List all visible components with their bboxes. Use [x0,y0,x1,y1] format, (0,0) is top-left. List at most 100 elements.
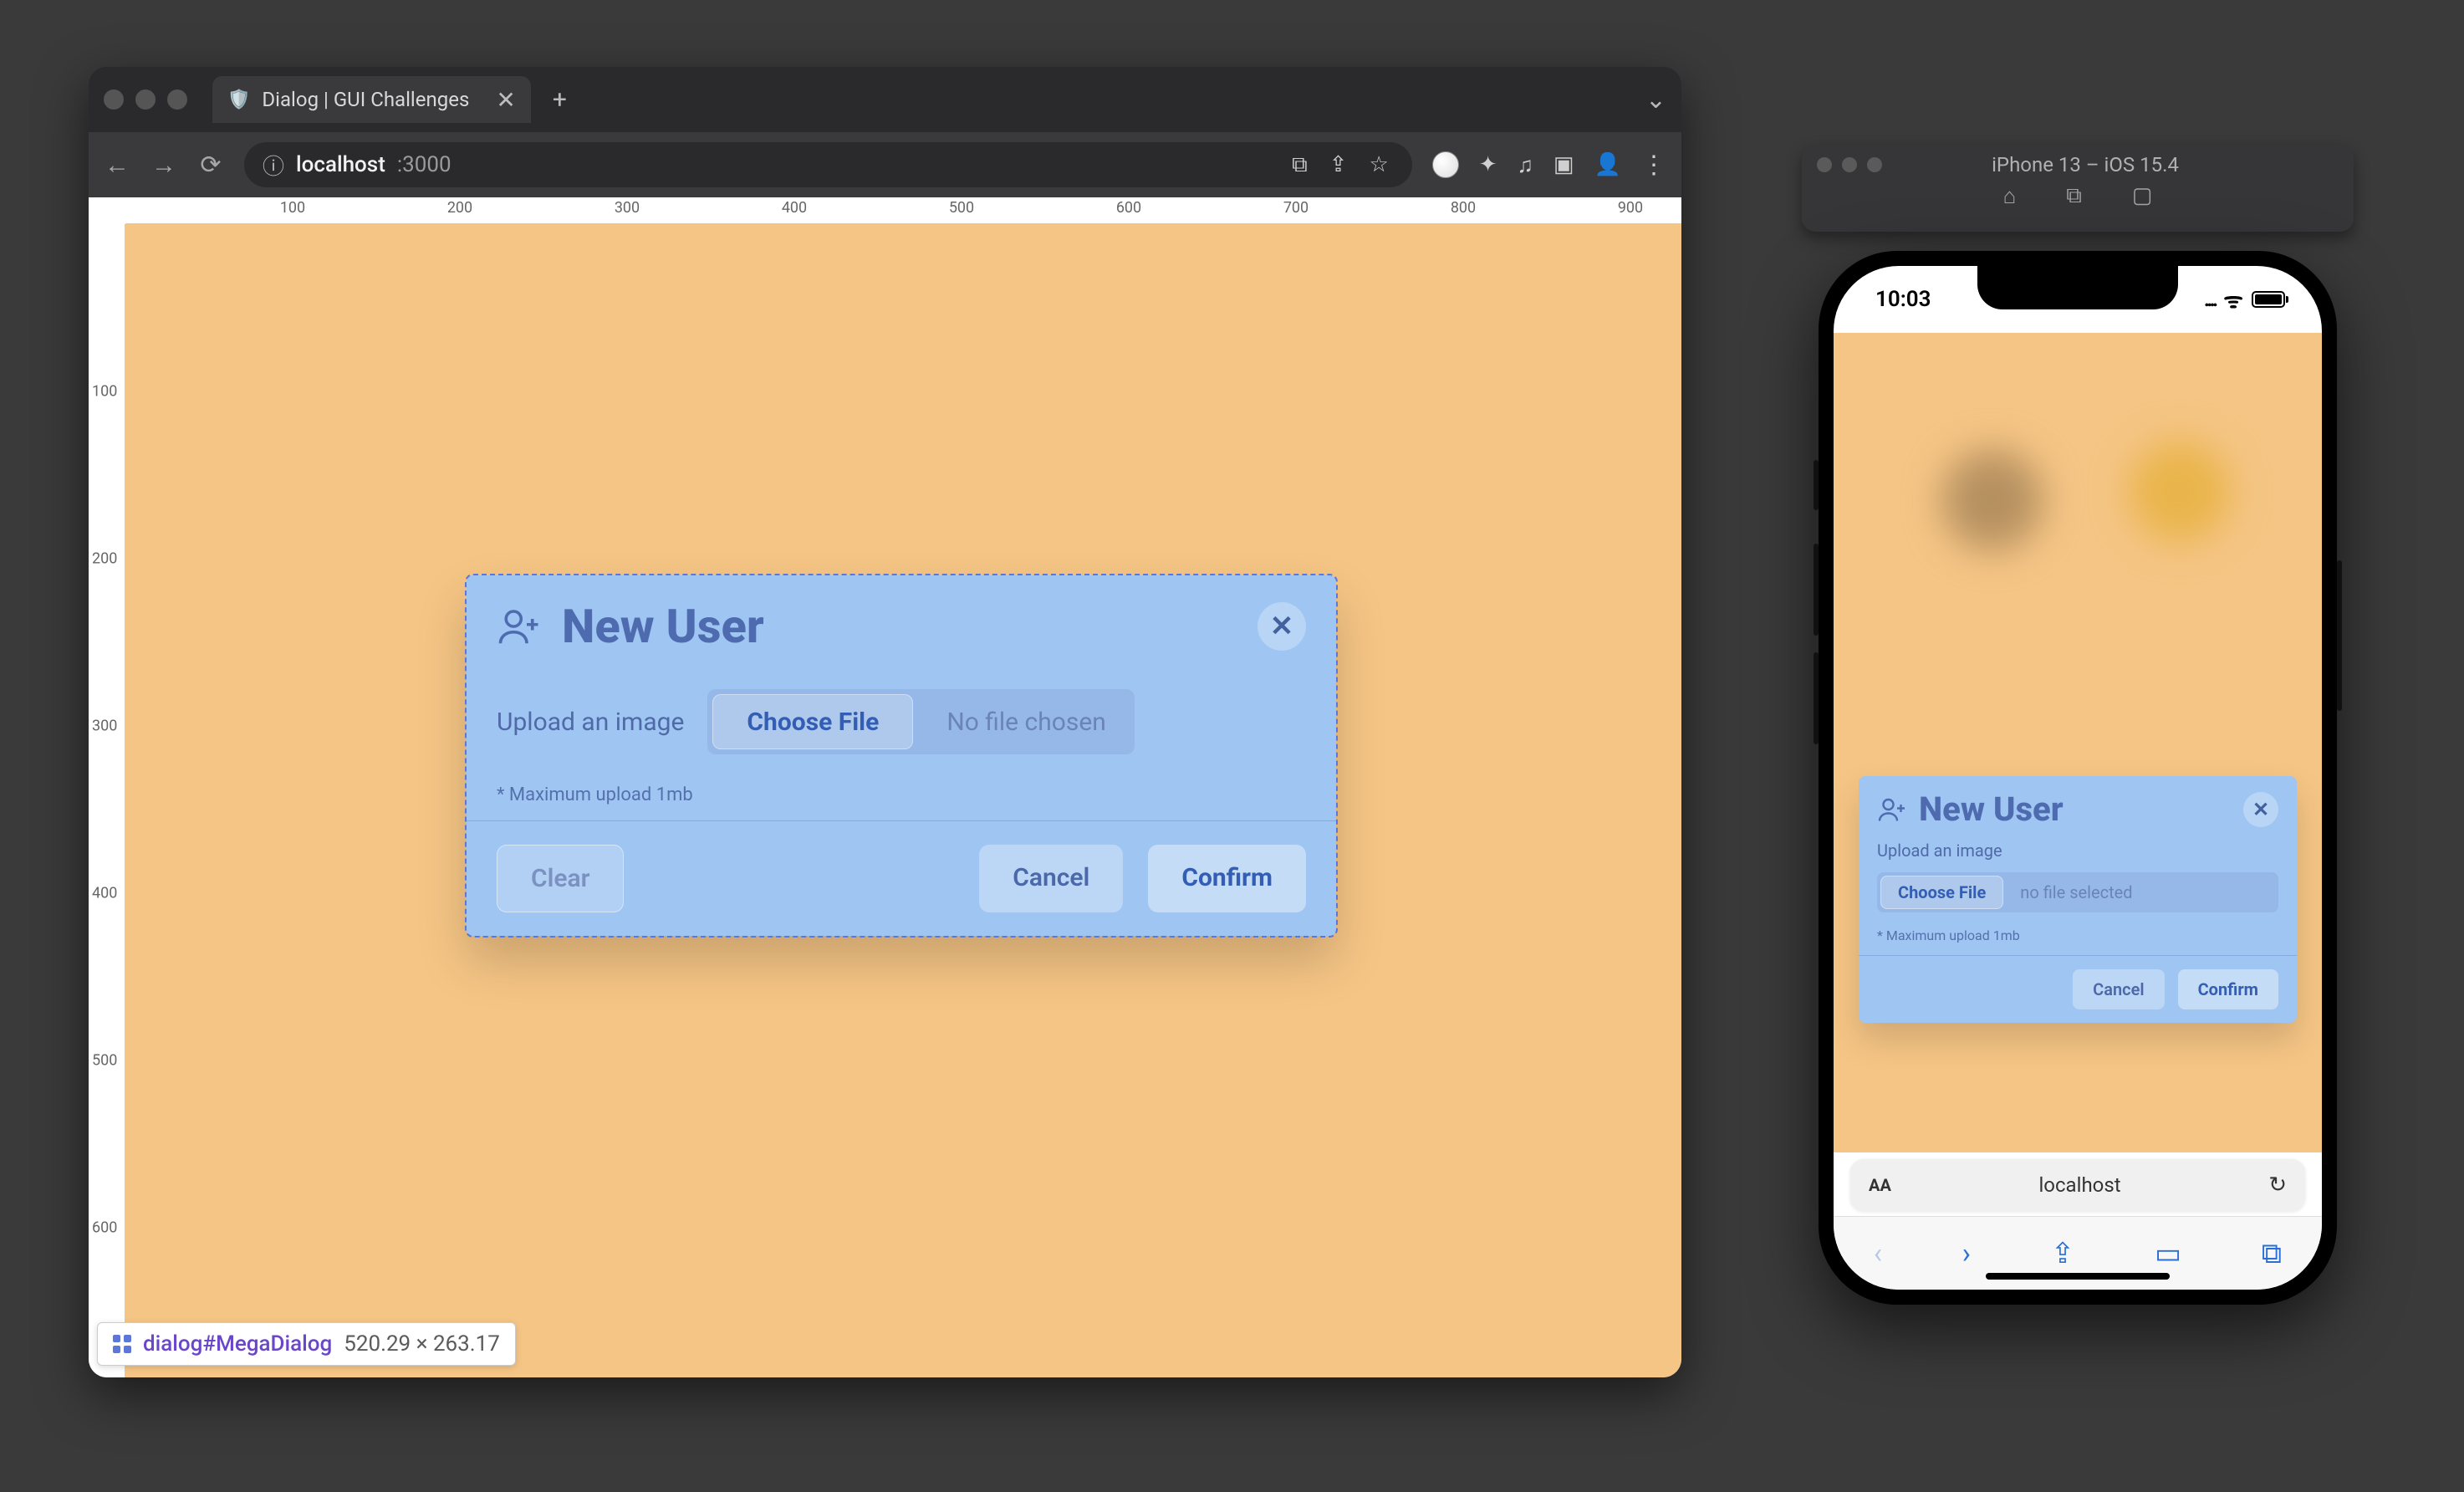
reload-button[interactable]: ⟳ [197,151,224,180]
mobile-new-user-dialog: New User ✕ Upload an image Choose File n… [1859,776,2297,1023]
extensions-icon[interactable]: ✦ [1479,152,1497,177]
fullscreen-window-icon[interactable] [167,89,187,110]
cancel-button[interactable]: Cancel [2073,969,2164,1009]
site-info-icon[interactable]: ⓘ [263,150,284,181]
choose-file-button[interactable]: Choose File [712,694,913,749]
ruler-tick: 500 [92,1052,117,1070]
chrome-browser-window: 🛡️ Dialog | GUI Challenges ✕ + ⌄ ← → ⟳ ⓘ… [89,67,1681,1377]
mobile-page-canvas: New User ✕ Upload an image Choose File n… [1834,333,2322,1152]
open-external-icon[interactable]: ⧉ [1287,152,1313,178]
safari-forward-button[interactable]: › [1962,1237,1971,1270]
file-chosen-label: no file selected [2007,872,2145,912]
safari-back-button[interactable]: ‹ [1874,1237,1882,1270]
window-traffic-lights[interactable] [104,89,187,110]
simulator-screenshot-icon[interactable]: ⧉ [2066,183,2082,209]
bookmark-star-icon[interactable]: ☆ [1364,152,1393,177]
signal-icon: .... [2204,287,2216,312]
tab-favicon-icon: 🛡️ [227,89,250,110]
dialog-body: Upload an image Choose File No file chos… [467,671,1336,773]
tabs-dropdown-icon[interactable]: ⌄ [1645,85,1666,115]
blurred-background-icon [2130,442,2230,542]
simulator-titlebar: iPhone 13 – iOS 15.4 ⌂ ⧉ ▢ [1802,145,2354,232]
safari-url-bar[interactable]: AA localhost ↻ [1850,1159,2305,1211]
minimize-window-icon[interactable] [135,89,156,110]
file-picker: Choose File no file selected [1877,872,2278,912]
close-window-icon[interactable] [104,89,124,110]
add-user-icon [1877,795,1907,825]
safari-bookmarks-button[interactable]: ▭ [2155,1237,2181,1270]
confirm-button[interactable]: Confirm [1148,845,1306,912]
dialog-title: New User [562,599,764,654]
ruler-tick: 300 [615,199,640,217]
share-icon[interactable]: ⇪ [1324,152,1353,177]
devtools-element-badge[interactable]: dialog#MegaDialog 520.29 × 263.17 [97,1322,516,1366]
page-canvas: New User ✕ Upload an image Choose File N… [125,224,1681,1377]
ruler-tick: 100 [280,199,305,217]
confirm-button[interactable]: Confirm [2178,969,2278,1009]
media-icon[interactable]: ♫ [1518,152,1534,178]
upload-label: Upload an image [1877,841,2278,861]
phone-notch [1977,266,2178,309]
close-tab-icon[interactable]: ✕ [496,86,515,114]
url-port: :3000 [397,152,451,177]
ruler-tick: 400 [782,199,807,217]
iphone-device: 10:03 .... ᯤ New User ✕ [1819,251,2337,1305]
extension-compass-icon[interactable] [1432,151,1459,178]
phone-power-button[interactable] [2337,560,2342,711]
ruler-tick: 100 [92,383,117,401]
clear-button[interactable]: Clear [497,845,624,912]
profile-avatar-icon[interactable]: 👤 [1594,152,1621,177]
browser-menu-icon[interactable]: ⋮ [1641,151,1666,180]
battery-icon [2252,291,2285,308]
ruler-tick: 900 [1618,199,1643,217]
ruler-tick: 500 [949,199,974,217]
ruler-tick: 600 [1116,199,1141,217]
close-icon: ✕ [2252,798,2269,821]
ruler-tick: 700 [1283,199,1309,217]
simulator-home-icon[interactable]: ⌂ [2003,183,2017,209]
dialog-close-button[interactable]: ✕ [2243,792,2278,827]
choose-file-button[interactable]: Choose File [1880,876,2003,909]
grid-icon [113,1335,131,1353]
url-bar[interactable]: ⓘ localhost :3000 ⧉ ⇪ ☆ [244,142,1412,187]
ruler-tick: 800 [1451,199,1476,217]
browser-toolbar: ← → ⟳ ⓘ localhost :3000 ⧉ ⇪ ☆ ✦ ♫ ▣ 👤 ⋮ [89,132,1681,197]
safari-tabs-button[interactable]: ⧉ [2262,1237,2282,1270]
dialog-footer: Clear Cancel Confirm [467,820,1336,936]
forward-button[interactable]: → [150,151,177,180]
new-user-dialog: New User ✕ Upload an image Choose File N… [467,575,1336,936]
text-size-icon[interactable]: AA [1869,1175,1891,1195]
phone-volume-down-button[interactable] [1814,652,1819,744]
phone-volume-up-button[interactable] [1814,544,1819,636]
url-host: localhost [296,152,385,177]
reload-icon[interactable]: ↻ [2268,1173,2287,1198]
upload-hint: * Maximum upload 1mb [467,773,1336,805]
browser-tab-strip: 🛡️ Dialog | GUI Challenges ✕ + ⌄ [89,67,1681,132]
page-viewport: 100 200 300 400 500 600 700 800 900 100 … [89,197,1681,1377]
safari-url-location: localhost [1891,1173,2268,1197]
file-chosen-label: No file chosen [918,689,1135,754]
simulator-title: iPhone 13 – iOS 15.4 [1894,153,2277,176]
dialog-close-button[interactable]: ✕ [1258,602,1306,651]
close-icon: ✕ [1270,610,1294,643]
ruler-horizontal: 100 200 300 400 500 600 700 800 900 [125,197,1681,224]
back-button[interactable]: ← [104,151,130,180]
simulator-traffic-lights[interactable] [1817,157,1882,172]
browser-tab[interactable]: 🛡️ Dialog | GUI Challenges ✕ [212,76,531,123]
new-tab-button[interactable]: + [541,85,579,115]
safari-share-button[interactable]: ⇪ [2051,1237,2075,1270]
element-dimensions: 520.29 × 263.17 [344,1331,500,1357]
devices-icon[interactable]: ▣ [1553,152,1574,177]
blurred-background-icon [1942,450,2043,550]
ruler-tick: 300 [92,718,117,735]
ruler-tick: 600 [92,1219,117,1237]
upload-hint: * Maximum upload 1mb [1859,917,2297,943]
home-indicator[interactable] [1986,1273,2170,1280]
phone-silence-switch[interactable] [1814,460,1819,510]
dialog-header: New User ✕ [467,575,1336,671]
file-picker: Choose File No file chosen [707,689,1134,754]
add-user-icon [497,604,542,649]
dialog-title: New User [1919,789,2064,829]
simulator-rotate-icon[interactable]: ▢ [2132,183,2153,209]
cancel-button[interactable]: Cancel [979,845,1123,912]
